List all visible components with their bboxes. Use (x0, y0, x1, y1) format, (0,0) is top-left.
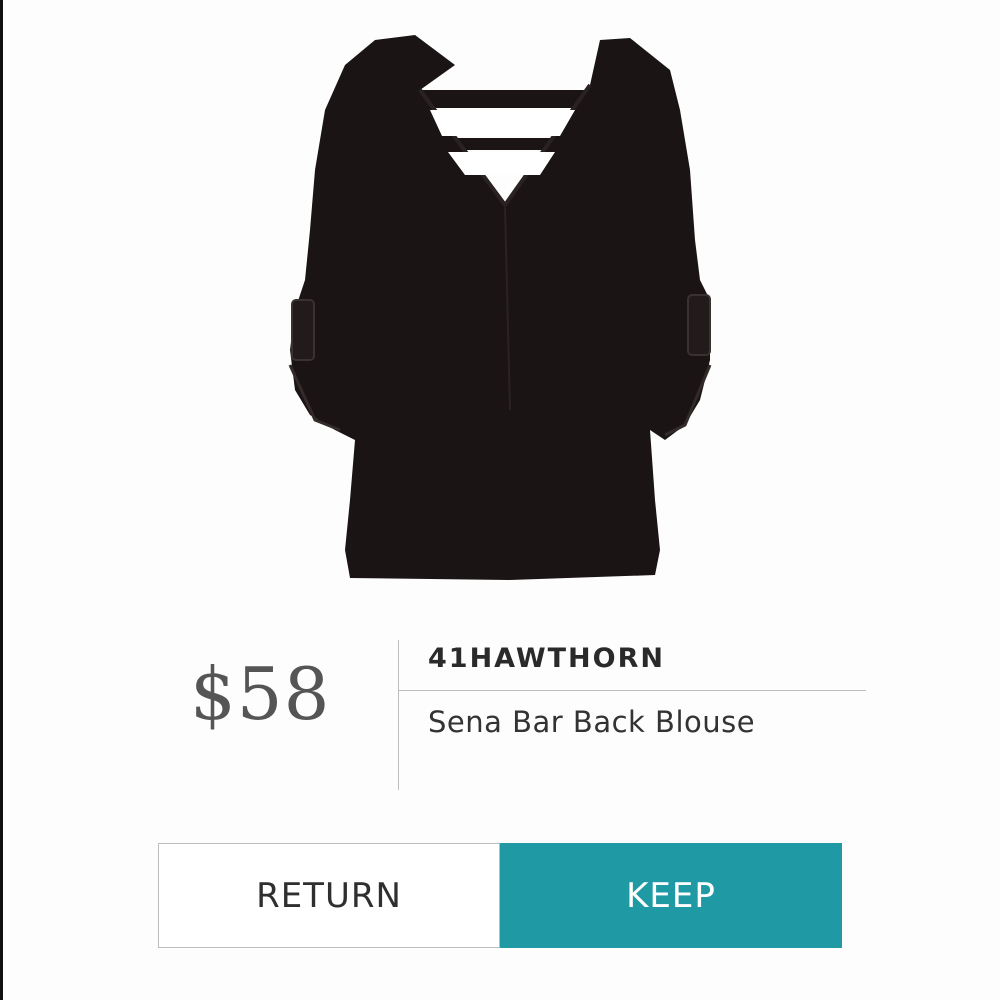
left-border (0, 0, 3, 1000)
horizontal-divider (399, 690, 866, 691)
product-card: $58 41HAWTHORN Sena Bar Back Blouse RETU… (0, 0, 1000, 1000)
item-name: Sena Bar Back Blouse (428, 705, 756, 739)
return-button[interactable]: RETURN (158, 843, 500, 948)
vertical-divider (398, 640, 399, 790)
action-buttons: RETURN KEEP (158, 843, 842, 948)
brand-name: 41HAWTHORN (428, 643, 665, 674)
price-label: $58 (190, 652, 331, 736)
black-blouse-icon (288, 35, 712, 580)
keep-button[interactable]: KEEP (500, 843, 842, 948)
